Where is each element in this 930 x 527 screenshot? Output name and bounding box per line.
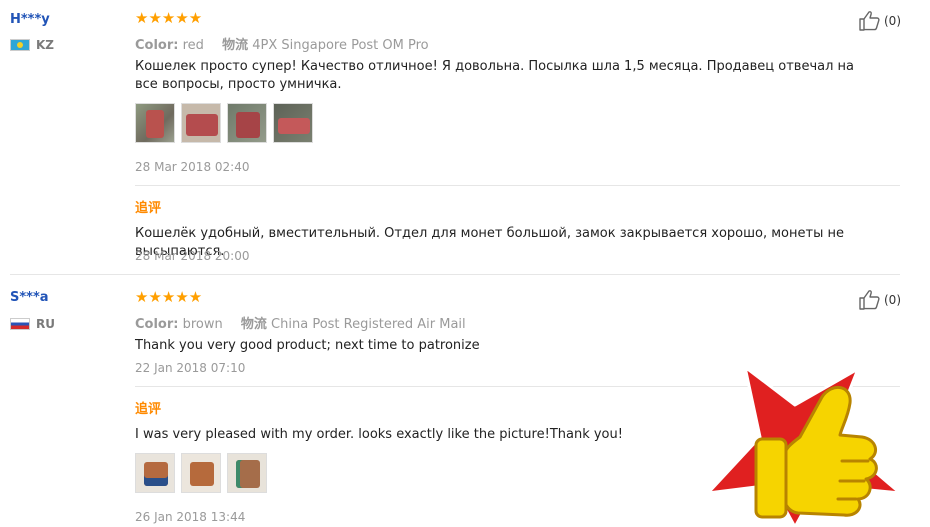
- reviewer-name[interactable]: H***y: [10, 12, 50, 27]
- thumb-up-outline-icon: [859, 11, 880, 31]
- followup-photos: [135, 453, 267, 493]
- color-value: brown: [182, 317, 223, 332]
- review-text: Thank you very good product; next time t…: [135, 338, 480, 353]
- color-label: Color:: [135, 317, 179, 332]
- review-photo[interactable]: [181, 453, 221, 493]
- star-rating: ★★★★★: [135, 9, 203, 27]
- country-code: KZ: [36, 38, 54, 52]
- review-photo[interactable]: [227, 453, 267, 493]
- reviewer-country: KZ: [10, 38, 54, 52]
- review-item: H***y KZ ★★★★★ (0) Color: red 物流 4PX Sin…: [0, 0, 930, 275]
- followup-label: 追评: [135, 402, 162, 417]
- purchase-info: Color: brown 物流 China Post Registered Ai…: [135, 313, 466, 332]
- shipping-label: 物流: [240, 317, 267, 332]
- like-count: (0): [884, 14, 901, 28]
- divider: [135, 185, 900, 186]
- review-photo[interactable]: [181, 103, 221, 143]
- review-photos: [135, 103, 313, 143]
- russia-flag-icon: [10, 318, 30, 330]
- shipping-value: 4PX Singapore Post OM Pro: [252, 38, 429, 53]
- shipping-label: 物流: [222, 38, 249, 53]
- reviewer-name[interactable]: S***a: [10, 290, 49, 305]
- review-date: 28 Mar 2018 02:40: [135, 160, 250, 174]
- purchase-info: Color: red 物流 4PX Singapore Post OM Pro: [135, 34, 429, 53]
- thumbs-up-star-badge-icon: [706, 365, 902, 527]
- review-date: 22 Jan 2018 07:10: [135, 361, 246, 375]
- review-photo[interactable]: [227, 103, 267, 143]
- review-text: Кошелек просто супер! Качество отличное!…: [135, 59, 855, 92]
- review-photo[interactable]: [273, 103, 313, 143]
- color-label: Color:: [135, 38, 179, 53]
- followup-label: 追评: [135, 201, 162, 216]
- reviewer-country: RU: [10, 317, 55, 331]
- shipping-value: China Post Registered Air Mail: [271, 317, 466, 332]
- followup-date: 26 Jan 2018 13:44: [135, 510, 246, 524]
- followup-date: 28 Mar 2018 20:00: [135, 249, 250, 263]
- like-count: (0): [884, 293, 901, 307]
- country-code: RU: [36, 317, 55, 331]
- color-value: red: [182, 38, 204, 53]
- review-photo[interactable]: [135, 453, 175, 493]
- like-button[interactable]: (0): [858, 289, 901, 311]
- thumb-up-outline-icon: [859, 290, 880, 310]
- star-rating: ★★★★★: [135, 288, 203, 306]
- like-button[interactable]: (0): [858, 10, 901, 32]
- kazakhstan-flag-icon: [10, 39, 30, 51]
- review-photo[interactable]: [135, 103, 175, 143]
